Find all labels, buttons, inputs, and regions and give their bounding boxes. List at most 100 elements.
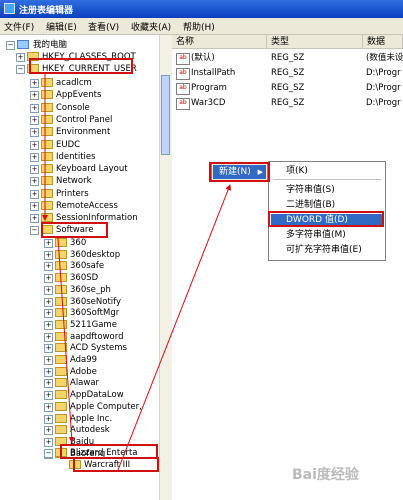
highlight-hkcu [29,58,133,74]
expand-icon[interactable]: + [44,332,53,342]
folder-icon [55,238,67,247]
expand-icon[interactable]: + [16,53,25,62]
folder-icon [41,164,53,174]
values-pane[interactable]: 名称 类型 数据 ab (默认) REG_SZ (数值未设 ab InstallPath R… [172,35,403,500]
menu-item-multi-string-value[interactable]: 多字符串值(M) [286,229,346,242]
tree-node-hkcu-child[interactable]: + Control Panel [0,114,155,126]
expand-icon[interactable]: + [44,309,53,319]
tree-node-software-child[interactable]: + Apple Computer, [0,401,155,413]
expand-icon[interactable]: + [30,91,39,101]
tree-node-hkcu-child[interactable]: + Console [0,102,155,114]
tree-node-software-child[interactable]: +360desktop [0,249,155,261]
menu-favorites[interactable]: 收藏夹(A) [131,20,171,33]
expand-icon[interactable]: + [30,177,39,187]
tree-node-software-child[interactable]: + aapdftoword [0,331,155,343]
tree-node-software-child[interactable]: +360SoftMgr [0,307,155,319]
tree-node-hkcu-child[interactable]: + acadlcm [0,77,155,89]
value-name: War3CD [191,98,226,108]
expand-icon[interactable]: + [44,414,53,424]
folder-icon [55,319,67,329]
value-type: REG_SZ [271,68,305,78]
folder-icon [41,78,53,87]
tree-node-software-child[interactable]: + Ada99 [0,354,155,366]
expand-icon[interactable]: + [44,344,53,354]
expand-icon[interactable]: + [30,165,39,175]
highlight-software [41,222,108,238]
expand-icon[interactable]: + [44,239,53,248]
folder-icon [55,378,67,388]
tree-node-software-child[interactable]: + AppDataLow [0,389,155,401]
menu-view[interactable]: 查看(V) [88,20,119,33]
value-row[interactable]: ab InstallPath REG_SZ D:\Progr [176,67,403,80]
value-row[interactable]: ab War3CD REG_SZ D:\Progr [176,97,403,110]
tree-node-software-child[interactable]: +5211Game [0,319,155,331]
expand-icon[interactable]: + [44,262,53,272]
expand-icon[interactable]: + [44,250,53,260]
tree-node-software-child[interactable]: + ACD Systems [0,342,155,354]
expand-icon[interactable]: + [44,402,53,412]
value-row[interactable]: ab (默认) REG_SZ (数值未设 [176,52,403,65]
expand-icon[interactable]: + [30,189,39,199]
expand-icon[interactable]: + [44,391,53,401]
tree-node-software-child[interactable]: +360seNotify [0,296,155,308]
tree-node-software-child[interactable]: + Alawar [0,377,155,389]
expand-icon[interactable]: + [44,356,53,365]
tree-node-software-child[interactable]: +360safe [0,260,155,272]
expand-icon[interactable]: + [30,152,39,162]
tree-node-software-child[interactable]: + Apple Inc. [0,413,155,425]
watermark: Bai度经验 [292,467,359,483]
menu-bar: 文件(F) 编辑(E) 查看(V) 收藏夹(A) 帮助(H) [0,18,403,35]
tree-scrollbar[interactable] [159,35,172,500]
column-header-type[interactable]: 类型 [267,35,363,49]
column-header-name[interactable]: 名称 [172,35,267,49]
tree-node-hkcu-child[interactable]: + Network [0,175,155,187]
expand-icon[interactable]: + [44,274,53,284]
tree-node-software-child[interactable]: + Adobe [0,366,155,378]
column-header-data[interactable]: 数据 [363,35,403,49]
expand-icon[interactable]: + [30,103,39,113]
collapse-icon[interactable]: − [16,65,25,74]
expand-icon[interactable]: + [30,214,39,224]
highlight-dword [268,211,384,227]
tree-node-my-computer[interactable]: − 我的电脑 [0,39,150,51]
expand-icon[interactable]: + [44,297,53,307]
collapse-icon[interactable]: − [6,41,15,50]
menu-item-string-value[interactable]: 字符串值(S) [286,184,335,197]
expand-icon[interactable]: + [30,202,39,211]
expand-icon[interactable]: + [44,367,53,377]
tree-node-software-child[interactable]: +360SD [0,272,155,284]
tree-node-hkcu-child[interactable]: + Identities [0,151,155,163]
tree-node-hkcu-child[interactable]: + AppEvents [0,89,155,101]
folder-icon [55,366,67,376]
menu-item-expandable-string-value[interactable]: 可扩充字符串值(E) [286,244,362,257]
value-row[interactable]: ab Program REG_SZ D:\Progr [176,82,403,95]
expand-icon[interactable]: + [44,285,53,295]
expand-icon[interactable]: + [30,79,39,88]
tree-node-hkcu-child[interactable]: + RemoteAccess [0,200,155,212]
tree-node-software-child[interactable]: +360se_ph [0,284,155,296]
menu-help[interactable]: 帮助(H) [183,20,215,33]
menu-edit[interactable]: 编辑(E) [46,20,77,33]
registry-tree[interactable]: − 我的电脑 + HKEY_CLASSES_ROOT − HKEY_CURREN… [0,35,160,500]
expand-icon[interactable]: + [44,426,53,436]
scrollbar-thumb[interactable] [161,75,170,155]
tree-node-hkcu-child[interactable]: + EUDC [0,139,155,151]
folder-icon [55,273,67,283]
tree-node-software-child[interactable]: +360 [0,237,155,249]
tree-node-software-child[interactable]: + Autodesk [0,424,155,436]
tree-node-hkcu-child[interactable]: + Keyboard Layout [0,163,155,175]
expand-icon[interactable]: + [30,115,39,125]
menu-item-key[interactable]: 项(K) [286,165,308,178]
expand-icon[interactable]: + [44,379,53,389]
value-data: D:\Progr [366,68,401,78]
tree-node-hkcu-child[interactable]: + Environment [0,126,155,138]
folder-icon [55,296,67,306]
expand-icon[interactable]: + [44,320,53,330]
menu-file[interactable]: 文件(F) [4,20,34,33]
expand-icon[interactable]: + [30,140,39,150]
tree-node-hkcu-child[interactable]: + Printers [0,188,155,200]
collapse-icon[interactable]: − [30,226,39,235]
expand-icon[interactable]: + [44,437,53,447]
collapse-icon[interactable]: − [44,449,53,458]
expand-icon[interactable]: + [30,128,39,138]
